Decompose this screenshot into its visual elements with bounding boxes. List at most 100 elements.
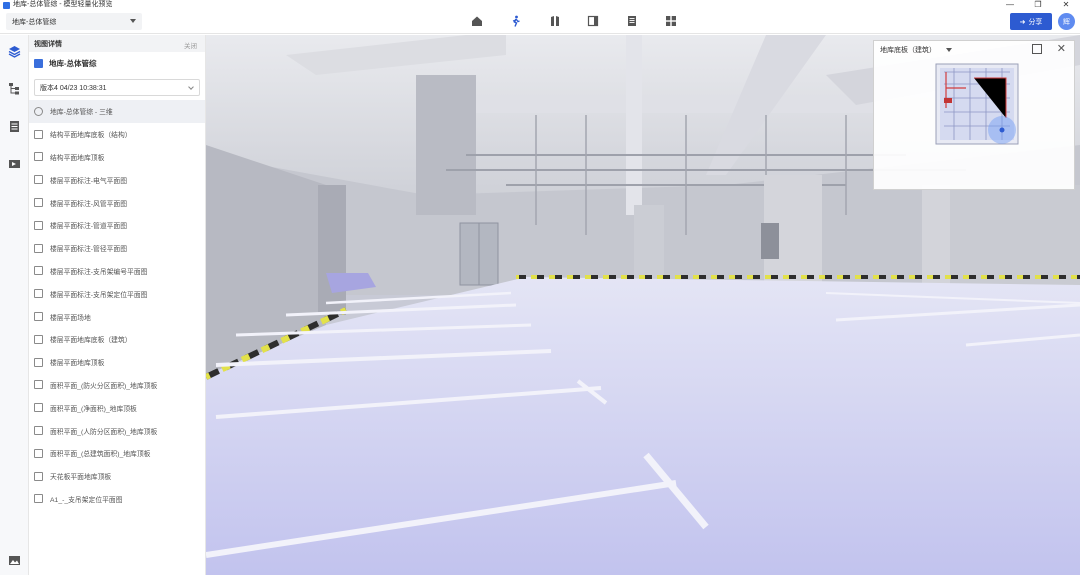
view-item[interactable]: 楼层平面标注-支吊架定位平面图 [29, 282, 205, 305]
model-cube-icon [34, 58, 43, 68]
avatar[interactable]: 辉 [1058, 13, 1075, 30]
layers-icon [8, 46, 21, 58]
view-item-label: 楼层平面标注-电气平面图 [50, 177, 128, 185]
share-icon: ➜ [1019, 18, 1026, 26]
model-name: 地库-总体管综 [49, 58, 97, 68]
app-icon [3, 1, 10, 9]
plan-view-icon [34, 243, 43, 253]
minimap-plan [935, 63, 1019, 145]
window-title: 地库-总体管综 - 模型轻量化预览 [13, 1, 113, 8]
view-item[interactable]: 结构平面地库顶板 [29, 146, 205, 169]
view-item[interactable]: A1_-_支吊架定位平面图 [29, 488, 205, 511]
tree-icon [9, 83, 19, 95]
view-item-label: 楼层平面标注-管道平面图 [50, 223, 128, 231]
close-window-icon[interactable]: ✕ [1052, 0, 1080, 10]
view-item[interactable]: 面积平面_(总建筑面积)_地库顶板 [29, 442, 205, 465]
plan-view-icon [34, 220, 43, 230]
view-item[interactable]: 面积平面_(净面积)_地库顶板 [29, 396, 205, 419]
compare-mode-button[interactable] [586, 14, 600, 28]
view-item[interactable]: 结构平面地库底板（结构） [29, 123, 205, 146]
view-3d-icon [34, 106, 43, 116]
view-item-label: 楼层平面标注-风管平面图 [50, 200, 128, 208]
window-title-bar: 地库-总体管综 - 模型轻量化预览 — ❐ ✕ [0, 0, 1080, 10]
plan-view-icon [34, 175, 43, 185]
document-mode-button[interactable] [625, 14, 639, 28]
share-button[interactable]: ➜ 分享 [1010, 13, 1052, 30]
view-item[interactable]: 楼层平面标注-管径平面图 [29, 237, 205, 260]
compare-mode-icon [587, 15, 599, 27]
view-item-label: 面积平面_(防火分区面积)_地库顶板 [50, 382, 158, 390]
minimize-icon[interactable]: — [996, 0, 1024, 10]
version-select[interactable]: 版本4 04/23 10:38:31 [34, 79, 200, 96]
minimap-select[interactable]: 地库底板（建筑） [880, 45, 936, 55]
walk-mode-icon [512, 15, 520, 27]
restore-icon[interactable]: ❐ [1024, 0, 1052, 10]
view-item[interactable]: 面积平面_(防火分区面积)_地库顶板 [29, 374, 205, 397]
document-mode-icon [628, 16, 636, 26]
view-item[interactable]: 楼层平面场地 [29, 305, 205, 328]
plan-view-icon [34, 357, 43, 367]
plan-view-icon [34, 380, 43, 390]
view-item[interactable]: 天花板平面地库顶板 [29, 465, 205, 488]
view-item[interactable]: 楼层平面标注-风管平面图 [29, 191, 205, 214]
project-select[interactable]: 地库-总体管综 [6, 13, 142, 30]
plan-view-icon [34, 289, 43, 299]
model-row: 地库-总体管综 [29, 52, 205, 74]
image-button[interactable] [7, 553, 22, 568]
view-item-label: 地库-总体管综 - 三维 [50, 109, 113, 117]
view-item-label: 楼层平面标注-管径平面图 [50, 246, 128, 254]
view-item[interactable]: 面积平面_(人防分区面积)_地库顶板 [29, 419, 205, 442]
view-item[interactable]: 楼层平面地库底板（建筑） [29, 328, 205, 351]
view-item-label: 结构平面地库底板（结构） [50, 132, 132, 140]
views-button[interactable] [7, 156, 22, 171]
close-icon[interactable]: ✕ [1057, 42, 1066, 55]
minimap-panel[interactable]: 地库底板（建筑） ✕ [873, 40, 1075, 190]
home-mode-button[interactable] [470, 14, 484, 28]
plan-view-icon [34, 403, 43, 413]
plan-view-icon [34, 426, 43, 436]
view-item-label: 结构平面地库顶板 [50, 154, 105, 162]
sheet-icon [34, 494, 43, 504]
grid-mode-icon [666, 16, 676, 26]
section-mode-icon [551, 16, 559, 26]
plan-view-icon [34, 448, 43, 458]
share-label: 分享 [1028, 18, 1043, 26]
home-mode-icon [472, 16, 482, 26]
plan-view-icon [34, 129, 43, 139]
section-mode-button[interactable] [548, 14, 562, 28]
project-select-value: 地库-总体管综 [12, 18, 57, 26]
expand-icon[interactable] [1032, 44, 1042, 54]
view-item[interactable]: 楼层平面地库顶板 [29, 351, 205, 374]
caret-down-icon [130, 19, 136, 23]
grid-mode-button[interactable] [664, 14, 678, 28]
views-icon [9, 160, 20, 168]
chevron-down-icon [188, 84, 194, 90]
plan-view-icon [34, 198, 43, 208]
panel-header: 视图详情 关闭 [29, 35, 205, 52]
walk-mode-button[interactable] [509, 14, 523, 28]
layers-button[interactable] [7, 44, 22, 59]
view-item-label: 天花板平面地库顶板 [50, 474, 112, 482]
view-item-label: 面积平面_(总建筑面积)_地库顶板 [50, 451, 151, 459]
minimap-header: 地库底板（建筑） ✕ [874, 41, 1074, 58]
view-item-label: 面积平面_(人防分区面积)_地库顶板 [50, 428, 158, 436]
view-item-label: 楼层平面标注-支吊架编号平面图 [50, 268, 148, 276]
image-icon [9, 556, 20, 565]
top-toolbar: 地库-总体管综 ➜ 分享 辉 [0, 10, 1080, 34]
plan-view-icon [34, 266, 43, 276]
view-item-label: 楼层平面地库底板（建筑） [50, 337, 132, 345]
view-item[interactable]: 地库-总体管综 - 三维 [29, 100, 205, 123]
properties-button[interactable] [7, 119, 22, 134]
view-item[interactable]: 楼层平面标注-管道平面图 [29, 214, 205, 237]
view-item[interactable]: 楼层平面标注-支吊架编号平面图 [29, 260, 205, 283]
view-item[interactable]: 楼层平面标注-电气平面图 [29, 168, 205, 191]
plan-view-icon [34, 152, 43, 162]
view-item-label: 楼层平面场地 [50, 314, 91, 322]
left-icon-rail [0, 35, 29, 575]
view-details-panel: 视图详情 关闭 地库-总体管综 版本4 04/23 10:38:31 地库-总体… [29, 35, 206, 575]
caret-down-icon[interactable] [946, 47, 952, 52]
tree-button[interactable] [7, 81, 22, 96]
panel-close-button[interactable]: 关闭 [184, 40, 197, 50]
view-item-label: A1_-_支吊架定位平面图 [50, 496, 123, 504]
plan-view-icon [34, 334, 43, 344]
